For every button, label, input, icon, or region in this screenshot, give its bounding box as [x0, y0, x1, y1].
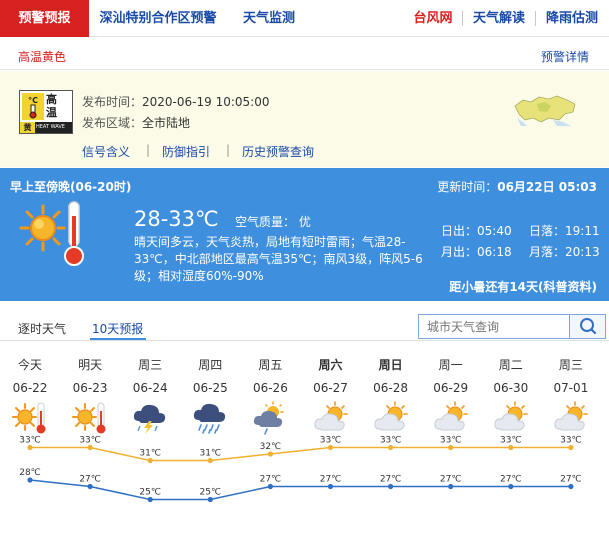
thunderstorm-icon	[132, 401, 168, 435]
tab-high-temp-yellow[interactable]: 高温黄色	[18, 48, 66, 65]
day-name: 周六	[318, 358, 343, 372]
thermometer-icon: °C	[23, 94, 43, 122]
forecast-day: 周一 06-29	[421, 341, 481, 533]
forecast-day: 周六 06-27	[301, 341, 361, 533]
day-name: 周二	[498, 358, 523, 372]
tab-hourly-weather[interactable]: 逐时天气	[18, 320, 66, 337]
ten-day-forecast: 33℃ 33℃ 31℃ 31℃ 32℃ 33℃ 33℃ 33℃ 33℃ 33℃ 28℃ 27℃ 25℃ 2…	[0, 341, 609, 533]
forecast-day: 周三 06-24	[120, 341, 180, 533]
day-name: 周四	[198, 358, 223, 372]
partly-cloudy-icon	[493, 401, 529, 435]
day-date: 06-23	[72, 381, 108, 395]
day-name: 周日	[378, 358, 403, 372]
alert-detail-link[interactable]: 预警详情	[541, 48, 589, 65]
forecast-day: 周二 06-30	[481, 341, 541, 533]
rain-icon	[192, 401, 228, 435]
nav-item-typhoon[interactable]: 台风网	[408, 0, 458, 37]
day-date: 06-26	[252, 381, 288, 395]
partly-cloudy-shower-icon	[252, 401, 288, 435]
day-date: 06-27	[313, 381, 348, 395]
day-name: 周一	[438, 358, 463, 372]
forecast-day: 周四 06-25	[180, 341, 240, 533]
badge-title: 高 温	[46, 93, 57, 119]
day-date: 06-29	[433, 381, 469, 395]
history-warning-query-link[interactable]: 历史预警查询	[242, 143, 314, 160]
tab-10-day-forecast[interactable]: 10天预报	[92, 320, 143, 337]
today-forecast-panel: 早上至傍晚(06-20时) 更新时间：06月22日 05:03 28-33℃ 空…	[0, 168, 609, 301]
sunny-hot-icon	[12, 401, 48, 435]
nav-item-weather-interpretation[interactable]: 天气解读	[467, 0, 531, 37]
partly-cloudy-icon	[433, 401, 469, 435]
nav-item-shenshan-warning[interactable]: 深汕特别合作区预警	[94, 0, 222, 37]
day-name: 周五	[258, 358, 283, 372]
day-date: 06-24	[132, 381, 168, 395]
day-date: 06-28	[373, 381, 409, 395]
forecast-day: 周三 07-01	[541, 341, 601, 533]
nav-divider	[462, 11, 463, 26]
heat-wave-warning-icon: °C 高 温 黄 HEAT WAVE	[19, 90, 73, 134]
nav-item-weather-monitor[interactable]: 天气监测	[234, 0, 304, 37]
air-quality: 空气质量： 优	[235, 215, 311, 229]
sunrise: 日出：05:40	[441, 224, 512, 238]
partly-cloudy-icon	[313, 401, 349, 435]
partly-cloudy-icon	[373, 401, 409, 435]
day-date: 06-30	[493, 381, 529, 395]
forecast-day: 周五 06-26	[240, 341, 300, 533]
forecast-period: 早上至傍晚(06-20时)	[10, 180, 132, 194]
sunny-hot-icon	[72, 401, 108, 435]
alert-tab-strip: 高温黄色 预警详情	[0, 38, 609, 70]
city-search-input[interactable]	[419, 315, 569, 338]
weather-description: 晴天间多云，天气炎热，局地有短时雷雨；气温28-33℃，中北部地区最高气温35℃…	[134, 235, 423, 283]
search-button[interactable]	[569, 315, 605, 338]
nav-item-rain-estimate[interactable]: 降雨估测	[540, 0, 604, 37]
sunny-hot-icon	[19, 201, 84, 266]
publish-area: 发布区域：全市陆地	[82, 116, 191, 130]
sunset: 日落：19:11	[529, 224, 600, 238]
day-name: 周三	[138, 358, 163, 372]
active-tab-underline	[16, 30, 70, 32]
svg-text:°C: °C	[28, 96, 38, 105]
day-date: 06-22	[12, 381, 48, 395]
today-temperature: 28-33℃	[134, 207, 219, 231]
day-date: 06-25	[192, 381, 228, 395]
city-weather-search	[418, 314, 606, 339]
partly-cloudy-icon	[553, 401, 589, 435]
top-nav: 预警预报 深汕特别合作区预警 天气监测 台风网 天气解读 降雨估测	[0, 0, 609, 37]
day-name: 今天	[17, 358, 42, 372]
badge-level: 黄	[20, 122, 35, 133]
nav-divider	[535, 11, 536, 26]
signal-meaning-link[interactable]: 信号含义	[82, 143, 130, 160]
day-name: 明天	[78, 358, 103, 372]
shenzhen-map-icon[interactable]	[513, 92, 577, 128]
forecast-day: 今天 06-22	[0, 341, 60, 533]
publish-time: 发布时间：2020-06-19 10:05:00	[82, 95, 270, 109]
forecast-day: 周日 06-28	[361, 341, 421, 533]
alert-panel: °C 高 温 黄 HEAT WAVE 发布时间：2020-06-19 10:05…	[0, 71, 609, 167]
day-date: 07-01	[553, 381, 589, 395]
forecast-day: 明天 06-23	[60, 341, 120, 533]
day-name: 周三	[558, 358, 583, 372]
update-time: 更新时间：06月22日 05:03	[437, 180, 597, 194]
search-icon	[580, 318, 597, 335]
moonset: 月落：20:13	[529, 245, 600, 259]
moonrise: 月出：06:18	[441, 245, 512, 259]
defense-guide-link[interactable]: 防御指引	[162, 143, 210, 160]
solar-term-tip[interactable]: 距小暑还有14天(科普资料)	[449, 278, 597, 295]
badge-english-label: HEAT WAVE	[36, 124, 65, 130]
